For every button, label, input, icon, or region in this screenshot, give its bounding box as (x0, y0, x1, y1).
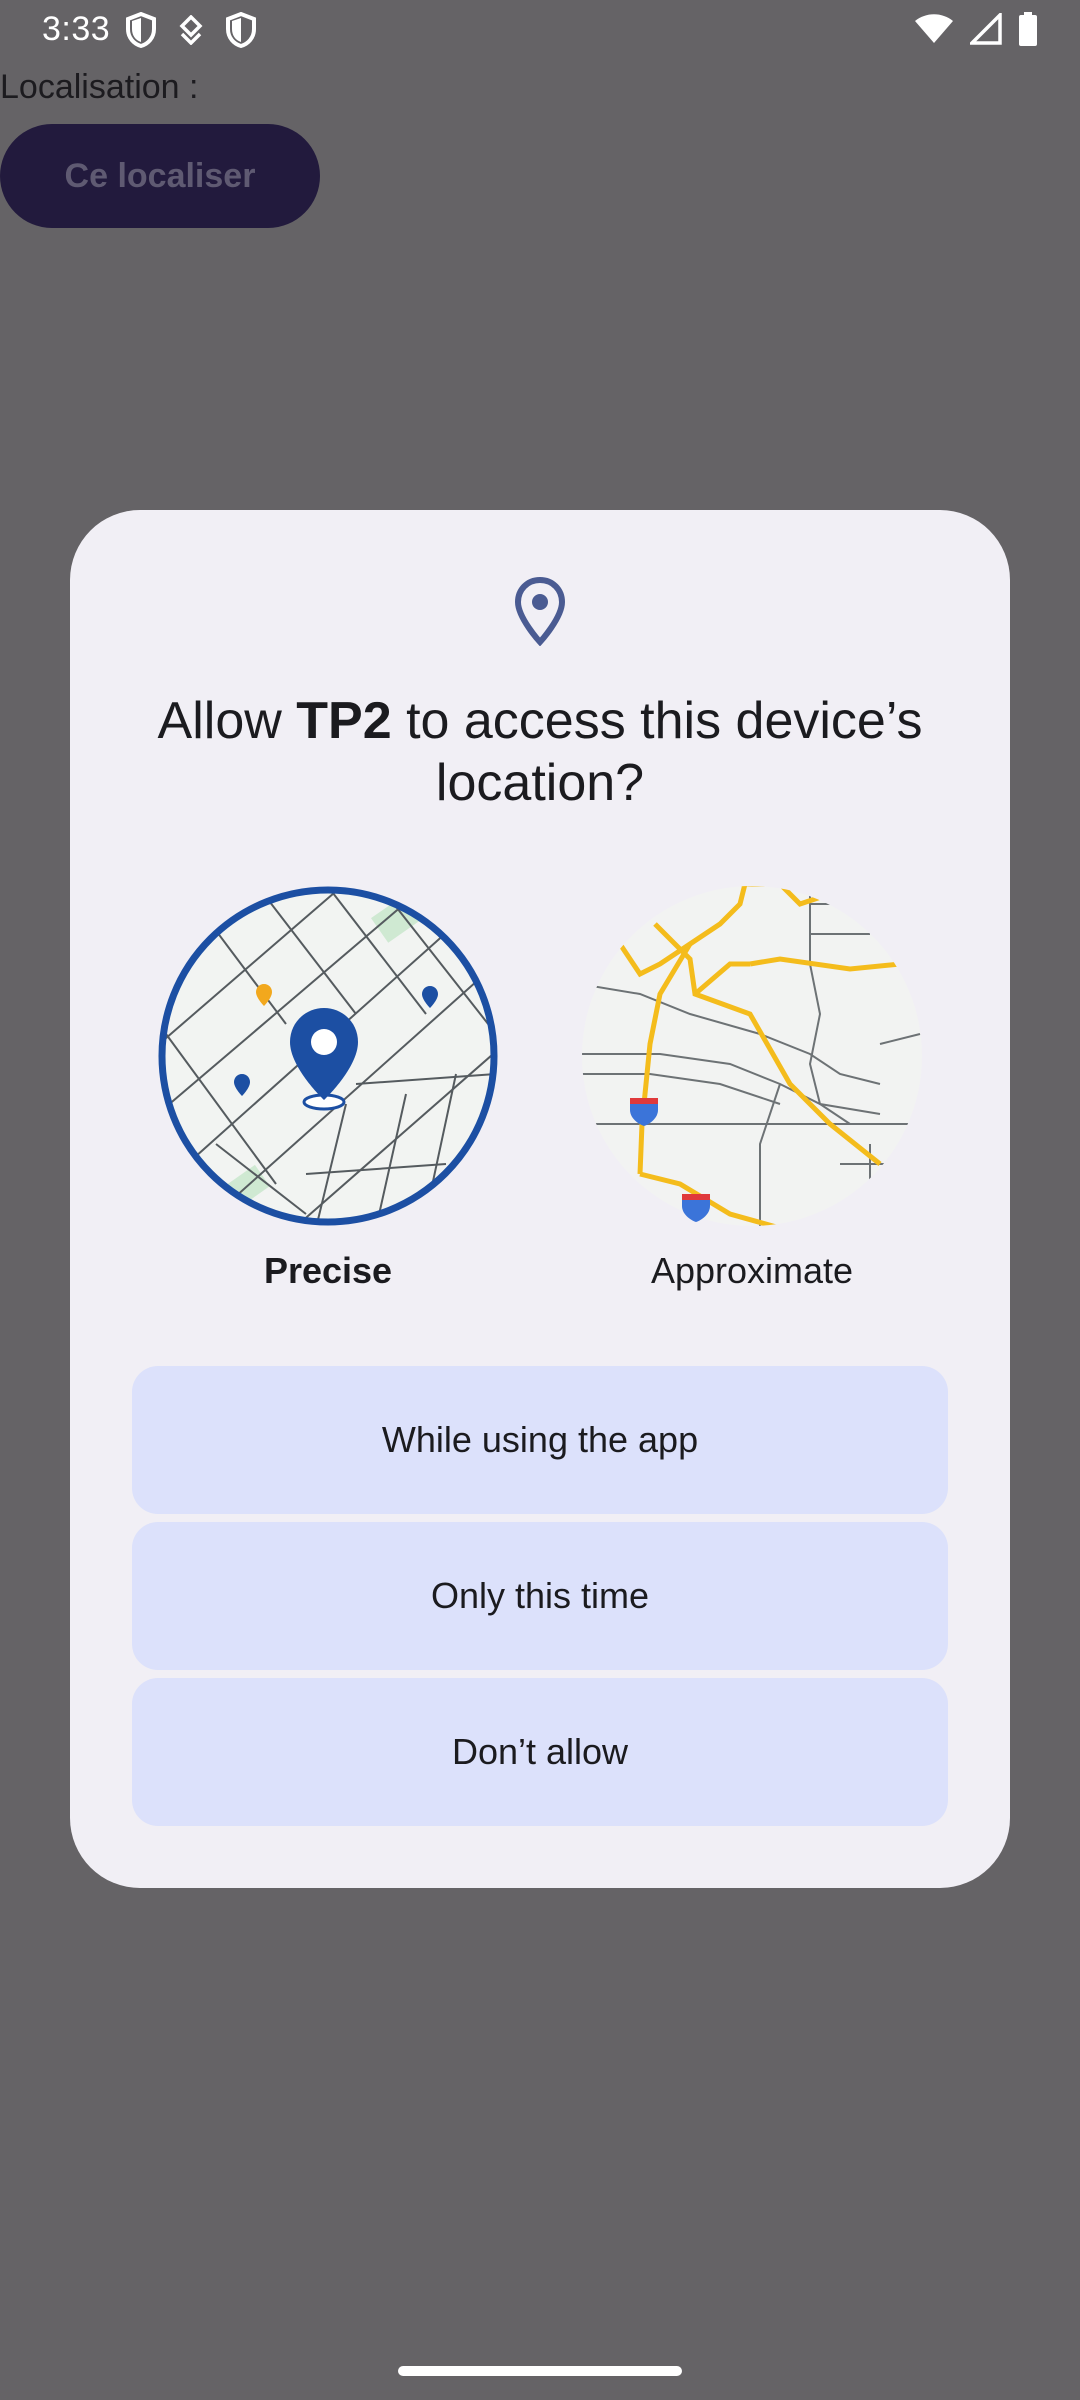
cell-signal-icon (967, 10, 1002, 50)
only-this-time-button[interactable]: Only this time (132, 1522, 948, 1670)
dialog-title: Allow TP2 to access this device’s locati… (130, 690, 950, 814)
location-label: Localisation : (0, 68, 199, 106)
location-permission-dialog: Allow TP2 to access this device’s locati… (70, 510, 1010, 1888)
status-right-icons (914, 10, 1038, 51)
status-time: 3:33 (42, 10, 111, 48)
battery-icon (1018, 12, 1038, 51)
dont-allow-button[interactable]: Don’t allow (132, 1678, 948, 1826)
shield-icon (126, 11, 156, 53)
approximate-label: Approximate (650, 1250, 854, 1291)
approximate-option[interactable]: Approximate (572, 884, 932, 1292)
precise-map-icon (158, 886, 498, 1226)
shield-icon (226, 11, 256, 53)
status-bar: 3:33 (0, 0, 1080, 64)
wifi-icon (914, 13, 954, 50)
locate-button[interactable]: Ce localiser (0, 124, 320, 228)
precise-label: Precise (263, 1250, 393, 1291)
while-using-app-button[interactable]: While using the app (132, 1366, 948, 1514)
approximate-map-icon (582, 886, 922, 1226)
title-suffix: to access this device’s location? (391, 692, 923, 812)
title-prefix: Allow (157, 692, 297, 750)
home-indicator[interactable] (398, 2366, 682, 2376)
location-pin-icon (514, 576, 566, 651)
status-left-icons (126, 11, 256, 53)
app-name: TP2 (296, 692, 392, 750)
precise-option[interactable]: Precise (148, 884, 508, 1292)
data-saver-icon (178, 14, 204, 50)
